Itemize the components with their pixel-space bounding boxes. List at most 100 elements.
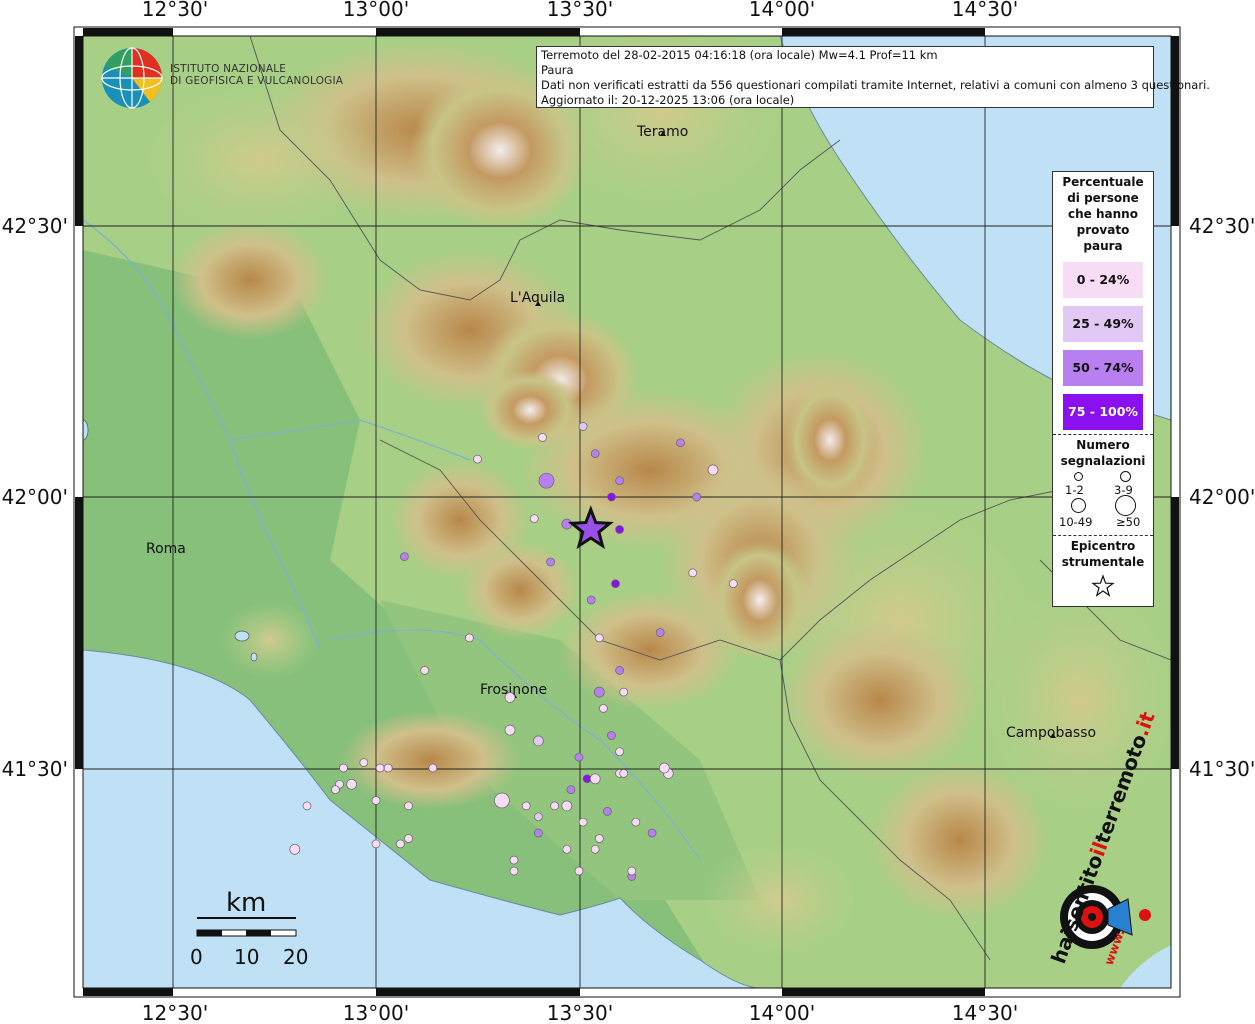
lon-label-top: 13°30' — [547, 0, 613, 21]
questionnaire-point — [404, 801, 413, 811]
questionnaire-point — [534, 828, 543, 838]
questionnaire-point — [521, 801, 531, 811]
questionnaire-point — [494, 792, 510, 809]
legend-class-0-24: 0 - 24% — [1063, 262, 1143, 298]
legend-sizes: 1-2 3-9 10-49 ≥50 — [1053, 469, 1153, 531]
legend: Percentuale di persone che hanno provato… — [1052, 171, 1154, 607]
questionnaire-point — [611, 579, 620, 589]
questionnaire-point — [420, 666, 430, 675]
lat-label-left: 42°30' — [2, 214, 68, 238]
questionnaire-point — [578, 422, 588, 431]
questionnaire-point — [546, 557, 555, 567]
questionnaire-point — [561, 800, 573, 812]
campobasso-label: Campobasso — [1006, 725, 1096, 741]
questionnaire-point — [371, 839, 381, 849]
questionnaire-point — [550, 801, 559, 811]
ingv-logo-icon — [101, 47, 163, 109]
lat-label-right: 42°00' — [1189, 485, 1255, 509]
questionnaire-point — [428, 763, 438, 773]
teramo-label: Teramo — [636, 124, 688, 140]
questionnaire-point — [586, 595, 596, 605]
lon-label-bottom: 13°30' — [547, 1001, 613, 1024]
questionnaire-point — [631, 817, 641, 827]
questionnaire-point — [289, 843, 301, 855]
questionnaire-point — [728, 579, 738, 589]
map-type-line: Paura — [541, 63, 574, 77]
questionnaire-point — [593, 686, 605, 698]
questionnaire-point — [302, 801, 312, 811]
questionnaire-point — [371, 796, 381, 805]
questionnaire-point — [590, 844, 600, 854]
lat-label-right: 42°30' — [1189, 214, 1255, 238]
legend-star-icon — [1091, 574, 1115, 597]
questionnaire-point — [619, 769, 629, 778]
questionnaire-point — [655, 628, 665, 637]
size-label: 1-2 — [1065, 483, 1084, 497]
lat-label-right: 41°30' — [1189, 757, 1255, 781]
questionnaire-point — [566, 785, 576, 795]
roma-label: Roma — [146, 541, 186, 557]
lon-label-top: 12°30' — [142, 0, 208, 21]
size-ring-1-2 — [1074, 472, 1083, 481]
questionnaire-point — [538, 433, 547, 442]
event-line: Terremoto del 28-02-2015 04:16:18 (ora l… — [541, 48, 938, 62]
legend-class-50-74: 50 - 74% — [1063, 350, 1143, 386]
questionnaire-point — [707, 464, 719, 476]
questionnaire-point — [607, 492, 616, 502]
size-ring-10-49 — [1071, 498, 1086, 513]
questionnaire-point — [688, 568, 698, 578]
questionnaire-point — [465, 633, 474, 643]
questionnaire-point — [331, 785, 340, 795]
questionnaire-point — [574, 866, 584, 876]
questionnaire-point — [562, 844, 572, 854]
questionnaire-point — [615, 525, 624, 534]
lon-label-bottom: 13°00' — [343, 1001, 409, 1024]
questionnaire-point — [676, 438, 685, 448]
lon-label-bottom: 14°00' — [749, 1001, 815, 1024]
lon-label-bottom: 14°30' — [952, 1001, 1018, 1024]
data-note-line: Dati non verificati estratti da 556 ques… — [541, 78, 1210, 92]
questionnaire-point — [615, 666, 624, 675]
terrain — [83, 36, 1171, 988]
questionnaire-point — [607, 731, 616, 740]
legend-class-75-100: 75 - 100% — [1063, 394, 1143, 430]
legend-divider — [1053, 535, 1153, 536]
legend-class-25-49: 25 - 49% — [1063, 306, 1143, 342]
lat-label-left: 42°00' — [2, 485, 68, 509]
aquila-label: L'Aquila — [510, 290, 565, 306]
lon-label-top: 14°30' — [952, 0, 1018, 21]
questionnaire-point — [578, 817, 588, 827]
questionnaire-point — [504, 692, 516, 703]
size-ring-50 — [1115, 495, 1136, 516]
ingv-logo-text: ISTITUTO NAZIONALE DI GEOFISICA E VULCAN… — [170, 63, 344, 87]
questionnaire-point — [396, 839, 405, 849]
questionnaire-point — [574, 752, 584, 762]
questionnaire-point — [589, 773, 601, 785]
questionnaire-point — [404, 834, 413, 843]
questionnaire-point — [627, 866, 637, 876]
questionnaire-point — [615, 747, 624, 757]
lon-label-top: 13°00' — [343, 0, 409, 21]
questionnaire-point — [529, 514, 539, 524]
questionnaire-point — [603, 807, 612, 816]
lat-label-left: 41°30' — [2, 757, 68, 781]
questionnaire-point — [534, 812, 543, 822]
legend-divider — [1053, 434, 1153, 435]
questionnaire-point — [561, 518, 573, 530]
questionnaire-point — [346, 778, 357, 790]
scale-tick-label: 0 — [190, 945, 203, 969]
questionnaire-point — [590, 449, 600, 458]
questionnaire-point — [383, 763, 393, 773]
questionnaire-point — [647, 828, 657, 838]
legend-epicenter-title: Epicentro strumentale — [1061, 539, 1145, 569]
questionnaire-point — [594, 633, 604, 643]
questionnaire-point — [533, 735, 544, 747]
questionnaire-point — [658, 762, 670, 774]
legend-title: Percentuale di persone che hanno provato… — [1062, 175, 1144, 253]
size-label: 10-49 — [1059, 515, 1093, 529]
scale-unit: km — [226, 888, 267, 918]
scale-tick-label: 10 — [234, 945, 260, 969]
questionnaire-point — [375, 763, 385, 773]
questionnaire-point — [473, 454, 482, 464]
lon-label-top: 14°00' — [749, 0, 815, 21]
